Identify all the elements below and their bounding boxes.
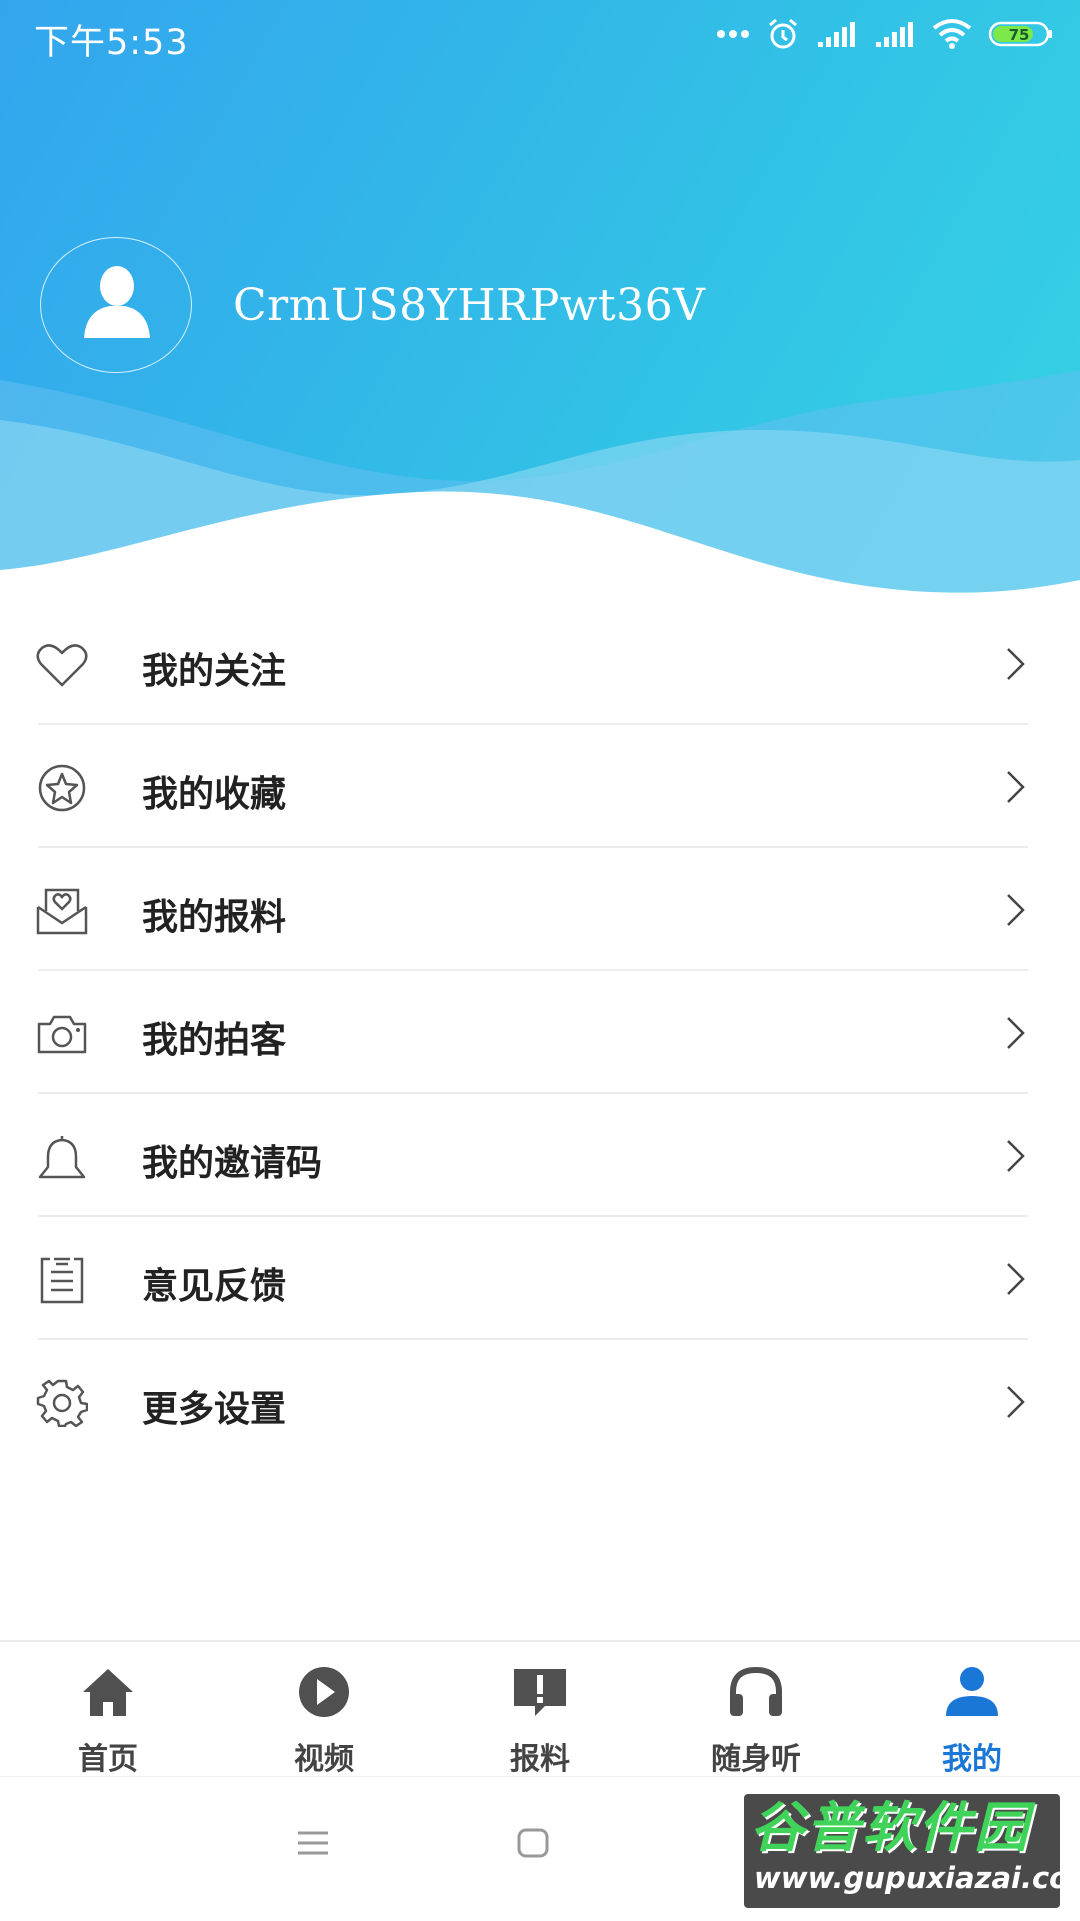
menu-label: 我的报料 <box>142 897 287 938</box>
menu-label: 我的邀请码 <box>142 1143 323 1184</box>
tab-report[interactable]: 报料 <box>432 1642 648 1778</box>
watermark-title: 谷普软件园 <box>750 1796 1030 1859</box>
status-bar: 下午5:53 75 <box>0 0 1080 70</box>
chevron-right-icon <box>1007 771 1025 803</box>
home-icon <box>83 1669 133 1716</box>
menu-label: 我的关注 <box>142 651 287 692</box>
mail-heart-icon <box>36 888 88 935</box>
watermark-logo: 谷普软件园 www.gupuxiazai.com <box>744 1794 1080 1908</box>
headphones-icon <box>730 1666 782 1716</box>
chevron-right-icon <box>1007 1017 1025 1049</box>
profile-menu: 我的关注 我的收藏 我的报料 我的拍客 我的邀请码 意见反馈 更多设置 <box>0 602 1080 1463</box>
menu-icon[interactable] <box>296 1829 330 1857</box>
wifi-icon <box>932 19 972 49</box>
chevron-right-icon <box>1007 1263 1025 1295</box>
play-icon <box>299 1667 349 1717</box>
username[interactable]: CrmUS8YHRPwt36V <box>233 280 705 331</box>
status-time: 下午5:53 <box>34 23 189 63</box>
signal-icon <box>818 22 855 47</box>
bell-icon <box>38 1136 86 1179</box>
tab-mine[interactable]: 我的 <box>864 1642 1080 1778</box>
menu-item-reports[interactable]: 我的报料 <box>0 848 1080 971</box>
tab-label: 随身听 <box>711 1742 801 1777</box>
clipboard-icon <box>40 1257 84 1304</box>
chevron-right-icon <box>1007 894 1025 926</box>
menu-item-photos[interactable]: 我的拍客 <box>0 971 1080 1094</box>
tab-home[interactable]: 首页 <box>0 1642 216 1778</box>
profile-header: 下午5:53 75 CrmUS8YHRPwt36V <box>0 0 1080 620</box>
tab-label: 我的 <box>942 1742 1002 1777</box>
menu-label: 我的拍客 <box>142 1020 287 1061</box>
avatar[interactable] <box>40 237 192 373</box>
menu-label: 更多设置 <box>142 1389 287 1430</box>
tab-label: 报料 <box>510 1742 570 1777</box>
heart-icon <box>36 644 88 687</box>
tab-label: 视频 <box>294 1742 354 1777</box>
menu-label: 意见反馈 <box>142 1266 287 1307</box>
tab-listen[interactable]: 随身听 <box>648 1642 864 1778</box>
tab-video[interactable]: 视频 <box>216 1642 432 1778</box>
person-icon <box>84 266 150 338</box>
more-dots-icon <box>717 30 749 38</box>
camera-icon <box>37 1015 87 1054</box>
user-icon <box>946 1667 998 1716</box>
watermark-url: www.gupuxiazai.com <box>754 1861 1080 1895</box>
menu-label: 我的收藏 <box>142 774 287 815</box>
tab-label: 首页 <box>78 1742 138 1777</box>
bottom-tab-bar: 首页 视频 报料 随身听 我的 <box>0 1640 1080 1778</box>
menu-item-settings[interactable]: 更多设置 <box>0 1340 1080 1463</box>
menu-item-invite-code[interactable]: 我的邀请码 <box>0 1094 1080 1217</box>
alert-bubble-icon <box>514 1669 566 1716</box>
chevron-right-icon <box>1007 648 1025 680</box>
home-square-icon[interactable] <box>516 1827 550 1859</box>
signal-icon <box>876 22 913 47</box>
menu-item-follow[interactable]: 我的关注 <box>0 602 1080 725</box>
star-icon <box>38 764 86 812</box>
menu-item-feedback[interactable]: 意见反馈 <box>0 1217 1080 1340</box>
alarm-icon <box>769 18 797 49</box>
menu-item-favorites[interactable]: 我的收藏 <box>0 725 1080 848</box>
gear-icon <box>36 1379 88 1427</box>
chevron-right-icon <box>1007 1140 1025 1172</box>
status-icons: 75 <box>716 14 1054 54</box>
chevron-right-icon <box>1007 1386 1025 1418</box>
battery-icon: 75 <box>988 21 1052 47</box>
svg-text:75: 75 <box>1009 26 1030 44</box>
